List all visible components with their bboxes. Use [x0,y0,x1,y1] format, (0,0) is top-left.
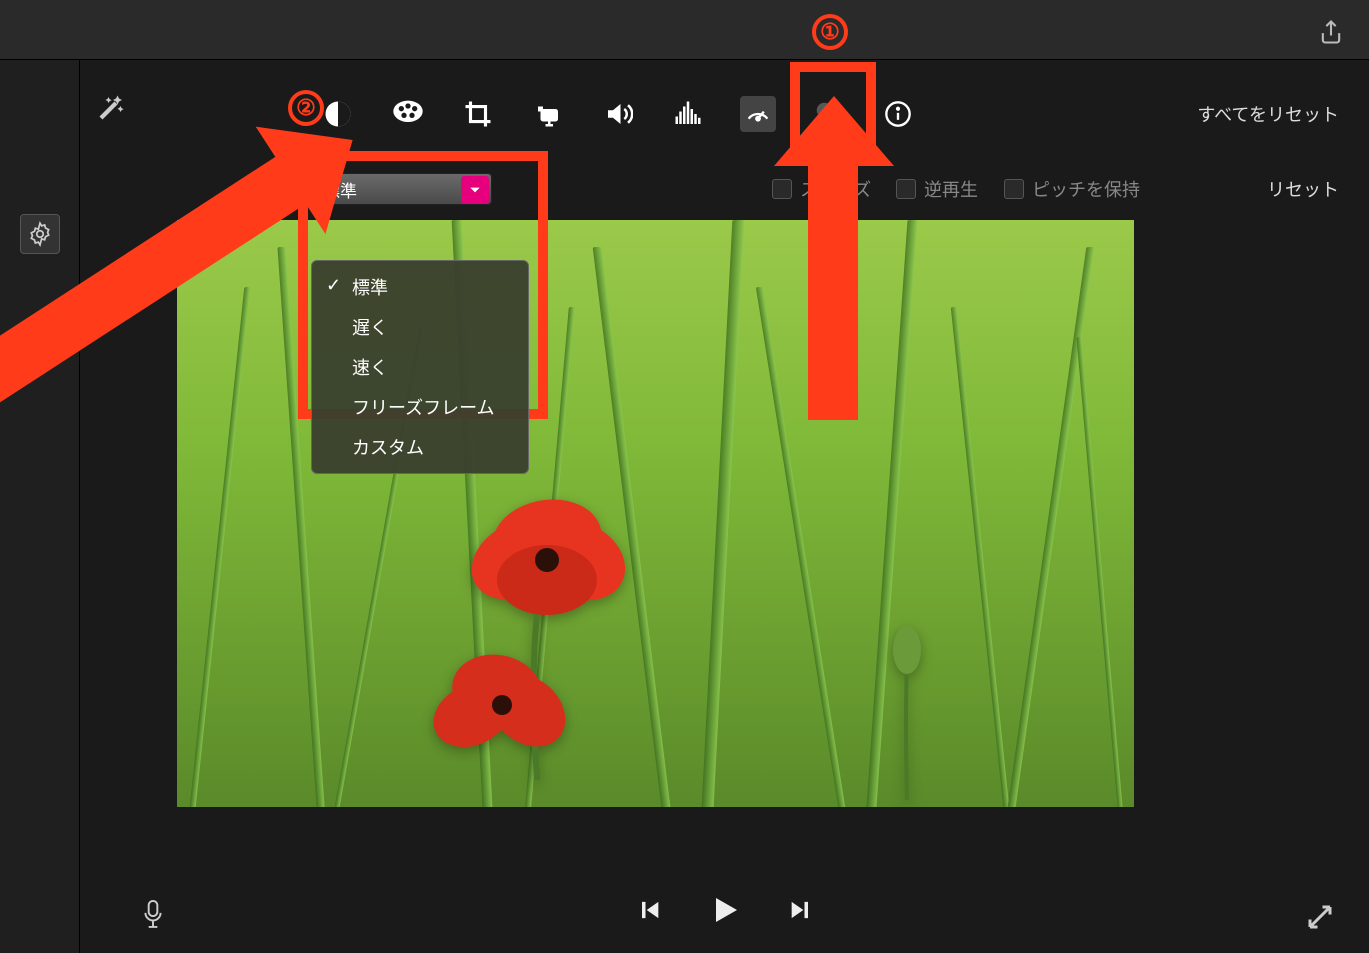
preview-flower [397,440,697,780]
speed-option-freeze[interactable]: フリーズフレーム [312,387,528,427]
speed-select-value: 標準 [323,177,357,202]
speed-option-fast[interactable]: 速く [312,347,528,387]
reverse-option[interactable]: 逆再生 [896,176,978,202]
speed-select[interactable]: 標準 [312,173,492,205]
filters-icon[interactable] [810,96,846,132]
reverse-checkbox[interactable] [896,179,916,199]
previous-button[interactable] [635,896,663,929]
settings-button[interactable] [20,214,60,254]
adjustment-toolbar: すべてをリセット [80,84,1369,144]
smooth-label: スムーズ [800,176,871,202]
left-sidebar [0,60,80,953]
stabilize-icon[interactable] [530,96,566,132]
speed-icon[interactable] [740,96,776,132]
speed-label: 速度: [240,176,281,202]
preview-bud [877,620,937,800]
preserve-pitch-option[interactable]: ピッチを保持 [1004,176,1140,202]
color-balance-icon[interactable] [320,96,356,132]
speed-options-bar: 速度: 標準 スムーズ 逆再生 ピッチを保持 リセット [80,164,1369,214]
info-icon[interactable] [880,96,916,132]
speed-option-slow[interactable]: 遅く [312,307,528,347]
check-icon: ✓ [326,275,341,296]
next-button[interactable] [787,896,815,929]
crop-icon[interactable] [460,96,496,132]
smooth-option[interactable]: スムーズ [772,176,871,202]
preserve-pitch-checkbox[interactable] [1004,179,1024,199]
share-button[interactable] [1317,18,1345,46]
titlebar [0,0,1369,60]
reset-all-button[interactable]: すべてをリセット [1197,101,1339,127]
voiceover-button[interactable] [140,898,166,937]
fullscreen-button[interactable] [1305,902,1335,937]
color-correction-icon[interactable] [390,96,426,132]
volume-icon[interactable] [600,96,636,132]
preserve-pitch-label: ピッチを保持 [1032,176,1140,202]
play-button[interactable] [707,892,743,933]
reset-speed-button[interactable]: リセット [1267,176,1339,202]
main-area: すべてをリセット 速度: 標準 スムーズ 逆再生 ピッチを保持 リセット [80,60,1369,953]
reverse-label: 逆再生 [924,176,978,202]
smooth-checkbox[interactable] [772,179,792,199]
speed-option-normal[interactable]: ✓ 標準 [312,267,528,307]
speed-dropdown[interactable]: ✓ 標準 遅く 速く フリーズフレーム カスタム [311,260,529,474]
playback-controls [80,885,1369,939]
chevron-down-icon [461,176,489,204]
noise-reduction-icon[interactable] [670,96,706,132]
speed-option-custom[interactable]: カスタム [312,427,528,467]
